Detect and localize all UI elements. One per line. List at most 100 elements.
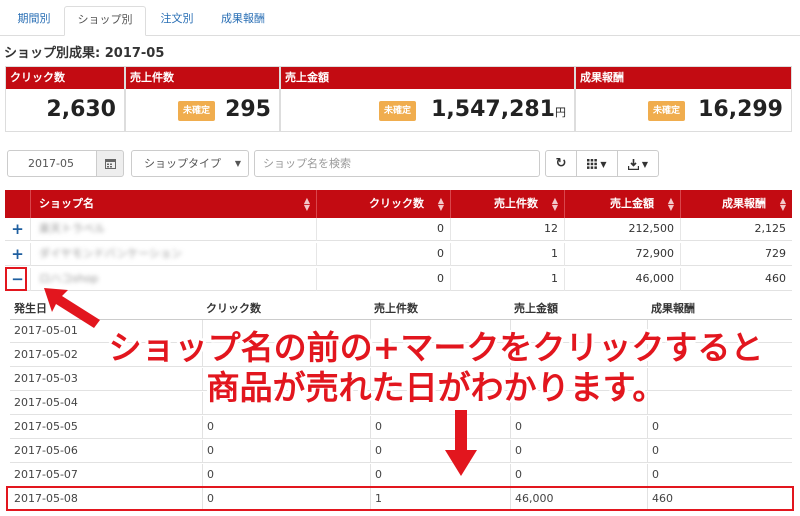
- table-row: + 楽天トラベル 0 12 212,500 2,125: [5, 218, 792, 241]
- refresh-icon: ↻: [555, 156, 567, 171]
- cell-sales-count: 12: [451, 218, 565, 241]
- kpi-value: 1,547,281円: [431, 97, 566, 122]
- table-row: − ロハコshop 0 1 46,000 460: [5, 268, 792, 291]
- download-button[interactable]: ▼: [617, 150, 659, 177]
- cell-reward: 0: [647, 416, 659, 439]
- expand-plus-icon[interactable]: +: [5, 243, 31, 266]
- daily-row: 2017-05-06 0 0 0 0: [10, 440, 792, 463]
- unconfirmed-badge: 未確定: [379, 101, 417, 121]
- tab-bar: 期間別 ショップ別 注文別 成果報酬: [0, 0, 800, 36]
- cell-sales-count: 1: [451, 243, 565, 266]
- cell-reward: 0: [647, 440, 659, 463]
- annotation-line-1: ショップ名の前の+マークをクリックすると: [108, 328, 764, 367]
- column-header-sales-amount: 売上金額: [514, 302, 558, 315]
- column-header-label: クリック数: [369, 197, 424, 210]
- column-header-label: 成果報酬: [722, 197, 766, 210]
- columns-button[interactable]: ▼: [576, 150, 618, 177]
- cell-clicks: 0: [202, 464, 214, 487]
- kpi-sales-count: 売上件数 未確定 295: [125, 66, 280, 132]
- month-input-value: 2017-05: [28, 157, 74, 170]
- cell-date: 2017-05-02: [14, 348, 78, 361]
- cell-sales-amount: 0: [510, 440, 522, 463]
- column-header-shop[interactable]: ショップ名 ▲ ▼: [31, 190, 317, 218]
- toggle-column-header: [5, 190, 31, 218]
- grid-icon: [587, 159, 598, 169]
- table-row: + ダイヤモンドバンケーション 0 1 72,900 729: [5, 243, 792, 266]
- shop-name[interactable]: 楽天トラベル: [31, 218, 317, 241]
- tab-reward[interactable]: 成果報酬: [208, 6, 278, 36]
- cell-reward: 2,125: [754, 222, 787, 235]
- cell-sales-amount: 212,500: [565, 218, 681, 241]
- cell-date: 2017-05-03: [14, 372, 78, 385]
- annotation-line-2: 商品が売れた日がわかります。: [206, 368, 666, 407]
- search-placeholder: ショップ名を検索: [263, 157, 351, 170]
- column-header-reward[interactable]: 成果報酬 ▲ ▼: [681, 190, 792, 218]
- column-header-clicks[interactable]: クリック数 ▲ ▼: [317, 190, 451, 218]
- sort-icon: ▲ ▼: [551, 196, 558, 212]
- column-header-sales-count[interactable]: 売上件数 ▲ ▼: [451, 190, 565, 218]
- kpi-value: 16,299: [698, 97, 783, 122]
- cell-date: 2017-05-07: [14, 468, 78, 481]
- cell-clicks: 0: [202, 440, 214, 463]
- chevron-down-icon: ▼: [641, 160, 649, 169]
- column-header-sales-amount[interactable]: 売上金額 ▲ ▼: [565, 190, 681, 218]
- page-title: ショップ別成果: 2017-05: [4, 46, 165, 61]
- kpi-label: 売上金額: [281, 67, 574, 89]
- kpi-label: クリック数: [6, 67, 124, 89]
- daily-row: 2017-05-05 0 0 0 0: [10, 416, 792, 439]
- kpi-label: 売上件数: [126, 67, 279, 89]
- refresh-button[interactable]: ↻: [545, 150, 577, 177]
- expand-plus-icon[interactable]: +: [5, 218, 31, 241]
- cell-sales-count: 1: [451, 268, 565, 291]
- sort-icon: ▲ ▼: [779, 196, 786, 212]
- shop-type-select[interactable]: ショップタイプ ▼: [131, 150, 249, 177]
- kpi-unit: 円: [555, 106, 566, 119]
- cell-clicks: 0: [317, 243, 451, 266]
- cell-sales-count: 0: [370, 440, 382, 463]
- unconfirmed-badge: 未確定: [648, 101, 686, 121]
- sale-day-highlight-box: [6, 486, 794, 511]
- arrow-up-left-icon: [44, 288, 100, 328]
- shop-search-input[interactable]: ショップ名を検索: [254, 150, 540, 177]
- column-header-label: 売上件数: [494, 197, 538, 210]
- cell-sales-count: 0: [370, 464, 382, 487]
- cell-reward: 729: [765, 247, 786, 260]
- kpi-value: 295: [225, 97, 271, 122]
- sort-icon: ▲ ▼: [437, 196, 444, 212]
- kpi-value-number: 1,547,281: [431, 97, 555, 122]
- tab-period[interactable]: 期間別: [6, 6, 62, 36]
- column-header-reward: 成果報酬: [651, 302, 695, 315]
- cell-sales-amount: 0: [510, 416, 522, 439]
- kpi-clicks: クリック数 2,630: [5, 66, 125, 132]
- cell-sales-count: 0: [370, 416, 382, 439]
- kpi-sales-amount: 売上金額 未確定 1,547,281円: [280, 66, 575, 132]
- cell-reward: 460: [765, 272, 786, 285]
- download-icon: [627, 158, 640, 170]
- calendar-icon[interactable]: [96, 150, 124, 177]
- shop-name[interactable]: ダイヤモンドバンケーション: [31, 243, 317, 266]
- sort-icon: ▲ ▼: [303, 196, 310, 212]
- unconfirmed-badge: 未確定: [178, 101, 216, 121]
- daily-table-header: 発生日 クリック数 売上件数 売上金額 成果報酬: [10, 294, 792, 320]
- month-input[interactable]: 2017-05: [7, 150, 97, 177]
- daily-row: 2017-05-07 0 0 0 0: [10, 464, 792, 487]
- shop-type-label: ショップタイプ: [144, 157, 221, 170]
- chevron-down-icon: ▼: [234, 159, 241, 168]
- kpi-reward: 成果報酬 未確定 16,299: [575, 66, 792, 132]
- tab-order[interactable]: 注文別: [148, 6, 206, 36]
- cell-clicks: 0: [317, 268, 451, 291]
- cell-date: 2017-05-04: [14, 396, 78, 409]
- cell-reward: 0: [647, 464, 659, 487]
- kpi-value: 2,630: [46, 97, 116, 122]
- column-header-label: ショップ名: [39, 197, 94, 210]
- column-header-clicks: クリック数: [206, 302, 261, 315]
- arrow-down-icon: [445, 410, 477, 476]
- column-header-sales-count: 売上件数: [374, 302, 418, 315]
- sort-icon: ▲ ▼: [667, 196, 674, 212]
- cell-clicks: 0: [317, 218, 451, 241]
- tab-shop[interactable]: ショップ別: [64, 6, 146, 36]
- cell-sales-amount: 0: [510, 464, 522, 487]
- cell-date: 2017-05-06: [14, 444, 78, 457]
- shop-table-header: ショップ名 ▲ ▼ クリック数 ▲ ▼ 売上件数 ▲ ▼ 売上金額 ▲ ▼ 成果報酬 ▲ ▼: [5, 190, 792, 218]
- chevron-down-icon: ▼: [600, 160, 607, 169]
